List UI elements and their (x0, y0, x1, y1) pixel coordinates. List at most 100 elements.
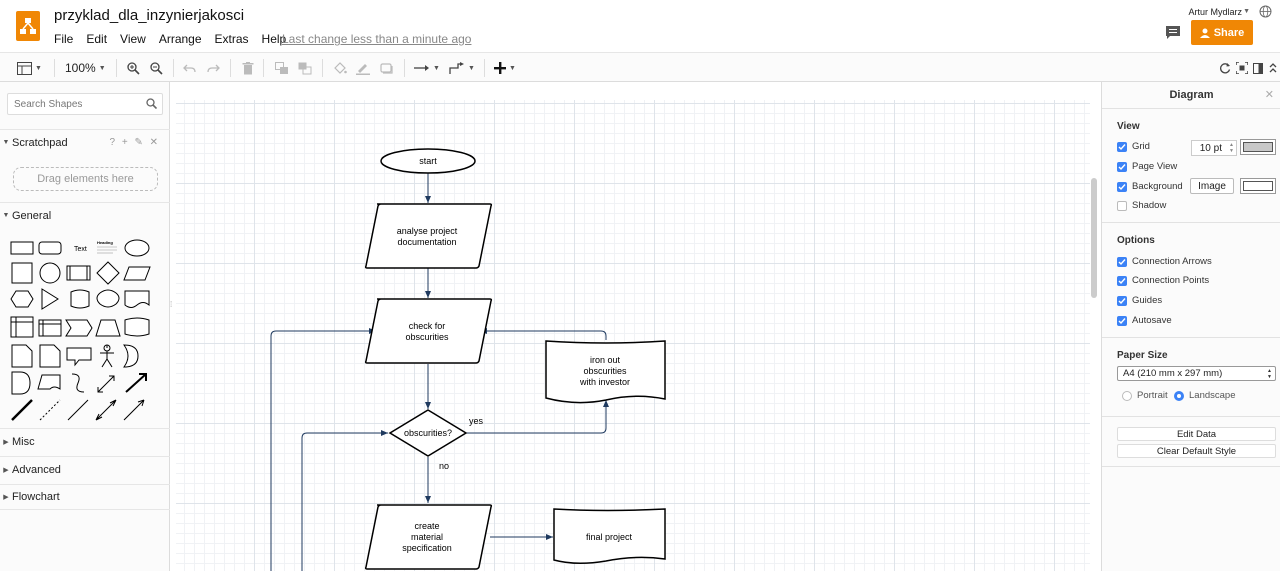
to-back-button[interactable] (298, 60, 312, 76)
flowchart-header[interactable]: ▶ Flowchart (0, 484, 170, 510)
guides-checkbox[interactable]: Guides (1117, 295, 1162, 306)
node-check[interactable] (364, 298, 493, 364)
background-color-swatch[interactable] (1240, 178, 1276, 194)
edge-decision-yes[interactable] (466, 400, 609, 434)
ellipse-shape[interactable] (124, 239, 150, 257)
rectangle-shape[interactable] (10, 241, 34, 255)
background-image-button[interactable]: Image (1190, 178, 1234, 194)
shadow-checkbox[interactable]: Shadow (1117, 200, 1166, 211)
card-shape[interactable] (39, 344, 61, 368)
arrow-shape[interactable] (125, 373, 147, 393)
drawio-logo[interactable] (16, 11, 40, 41)
cylinder-shape[interactable] (70, 289, 90, 309)
collapse-button[interactable] (1268, 60, 1278, 76)
misc-header[interactable]: ▶ Misc (0, 428, 170, 454)
portrait-radio[interactable]: Portrait (1122, 390, 1168, 401)
line-shape[interactable] (67, 399, 89, 421)
general-header[interactable]: ▼ General (0, 202, 170, 228)
edge-loop-to-check[interactable] (270, 328, 376, 571)
triangle-shape[interactable] (41, 288, 59, 310)
redo-button[interactable] (207, 60, 220, 76)
to-front-button[interactable] (275, 60, 289, 76)
stepper-icon[interactable]: ▲ ▼ (1229, 142, 1234, 154)
waypoint-style-button[interactable]: ▼ (449, 60, 475, 76)
trapezoid-shape[interactable] (95, 319, 121, 337)
menu-file[interactable]: File (54, 32, 73, 46)
delay-shape[interactable] (11, 371, 31, 395)
advanced-header[interactable]: ▶ Advanced (0, 456, 170, 482)
menu-edit[interactable]: Edit (86, 32, 107, 46)
format-toggle-button[interactable] (1253, 60, 1263, 76)
diamond-shape[interactable] (96, 261, 120, 285)
circle-shape[interactable] (39, 262, 61, 284)
document-shape[interactable] (124, 290, 150, 308)
parallelogram-shape[interactable] (123, 266, 151, 281)
shadow-button[interactable] (380, 60, 394, 76)
step-shape[interactable] (65, 319, 93, 337)
bidirectional-connector-shape[interactable] (95, 399, 117, 421)
insert-button[interactable]: ▼ (494, 60, 516, 76)
globe-icon[interactable] (1259, 5, 1272, 18)
user-menu-caret-icon[interactable]: ▼ (1243, 8, 1250, 15)
clear-default-style-button[interactable]: Clear Default Style (1117, 444, 1276, 458)
connection-style-button[interactable]: ▼ (414, 60, 440, 76)
heading-shape[interactable]: Heading (97, 240, 113, 245)
callout-shape[interactable] (66, 347, 92, 367)
format-panel-toggle[interactable]: ▼ (17, 60, 42, 76)
s-curve-shape[interactable] (71, 373, 85, 393)
directional-connector-shape[interactable] (123, 399, 145, 421)
scratchpad-tools[interactable]: ? + ✎ ✕ (110, 137, 161, 148)
fit-button[interactable] (1236, 60, 1248, 76)
fill-color-button[interactable] (333, 60, 347, 76)
node-analyse[interactable] (364, 203, 493, 269)
grid-checkbox[interactable]: Grid (1117, 141, 1150, 152)
background-checkbox[interactable]: Background (1117, 181, 1183, 192)
text-shape[interactable]: Text (74, 246, 87, 253)
cube-shape[interactable] (38, 319, 62, 337)
bidirectional-arrow-shape[interactable] (97, 375, 115, 393)
or-shape[interactable] (123, 344, 139, 368)
connection-points-checkbox[interactable]: Connection Points (1117, 275, 1209, 286)
thick-line-shape[interactable] (11, 399, 33, 421)
diagram-canvas[interactable]: start analyse project documentation chec… (176, 82, 1100, 571)
undo-button[interactable] (183, 60, 196, 76)
reset-view-button[interactable] (1219, 60, 1231, 76)
search-icon[interactable] (146, 98, 157, 109)
grid-color-swatch[interactable] (1240, 139, 1276, 155)
note-shape[interactable] (11, 344, 33, 368)
share-button[interactable]: Share (1191, 20, 1253, 45)
actor-shape[interactable] (100, 344, 114, 368)
hexagon-shape[interactable] (10, 290, 34, 308)
rounded-rectangle-shape[interactable] (38, 241, 62, 255)
connection-arrows-checkbox[interactable]: Connection Arrows (1117, 256, 1212, 267)
autosave-checkbox[interactable]: Autosave (1117, 315, 1172, 326)
menu-extras[interactable]: Extras (215, 32, 249, 46)
edge-iron-to-check[interactable] (480, 328, 607, 340)
menu-arrange[interactable]: Arrange (159, 32, 202, 46)
internal-storage-shape[interactable] (10, 316, 34, 338)
search-input[interactable] (12, 95, 142, 113)
zoom-out-button[interactable] (150, 60, 163, 76)
zoom-in-button[interactable] (127, 60, 140, 76)
delete-button[interactable] (242, 60, 254, 76)
close-icon[interactable]: ✕ (1265, 88, 1274, 101)
scratchpad-header[interactable]: ▼ Scratchpad ? + ✎ ✕ (0, 129, 170, 155)
page-view-checkbox[interactable]: Page View (1117, 161, 1177, 172)
last-change-link[interactable]: Last change less than a minute ago (282, 32, 471, 46)
paper-size-select[interactable]: A4 (210 mm x 297 mm) ▲ ▼ (1117, 366, 1276, 381)
tape-shape[interactable] (124, 317, 150, 337)
cloud-shape[interactable] (96, 289, 120, 308)
edit-data-button[interactable]: Edit Data (1117, 427, 1276, 441)
landscape-radio[interactable]: Landscape (1174, 390, 1235, 401)
square-shape[interactable] (11, 262, 33, 284)
line-color-button[interactable] (356, 60, 370, 76)
dashed-line-shape[interactable] (39, 399, 61, 421)
comment-icon[interactable] (1165, 25, 1181, 40)
sidebar-resize-handle[interactable]: ⁞ (170, 300, 172, 309)
user-name[interactable]: Artur Mydlarz (1188, 7, 1242, 17)
scratchpad-drop-zone[interactable]: Drag elements here (13, 167, 158, 191)
grid-size-input[interactable]: 10 pt ▲ ▼ (1191, 140, 1237, 156)
zoom-select[interactable]: 100% ▼ (65, 60, 106, 76)
document-title[interactable]: przyklad_dla_inzynierjakosci (54, 7, 244, 24)
menu-view[interactable]: View (120, 32, 146, 46)
